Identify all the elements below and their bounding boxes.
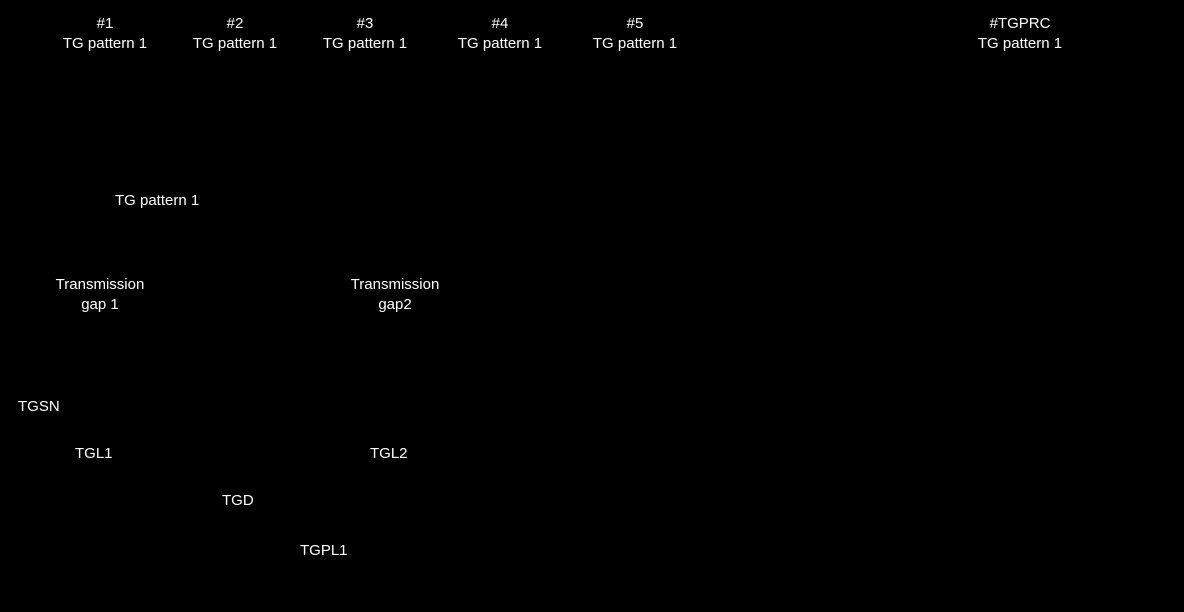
transmission-gap-1: Transmission gap 1 — [40, 275, 160, 314]
transmission-gap-2: Transmission gap2 — [335, 275, 455, 314]
frame-sub: TG pattern 1 — [60, 34, 150, 54]
param-tgl2: TGL2 — [370, 445, 408, 462]
param-tgsn: TGSN — [18, 398, 60, 415]
param-tgpl1: TGPL1 — [300, 542, 348, 559]
frame-num: #2 — [190, 14, 280, 34]
tg-pattern-label: TG pattern 1 — [115, 192, 199, 209]
frame-sub: TG pattern 1 — [320, 34, 410, 54]
frame-header-2: #2 TG pattern 1 — [190, 14, 280, 53]
frame-num: #TGPRC — [970, 14, 1070, 34]
frame-num: #3 — [320, 14, 410, 34]
param-tgl1: TGL1 — [75, 445, 113, 462]
frame-header-4: #4 TG pattern 1 — [455, 14, 545, 53]
frame-header-tgprc: #TGPRC TG pattern 1 — [970, 14, 1070, 53]
frame-num: #4 — [455, 14, 545, 34]
gap2-line1: Transmission — [335, 275, 455, 295]
frame-sub: TG pattern 1 — [590, 34, 680, 54]
frame-header-3: #3 TG pattern 1 — [320, 14, 410, 53]
gap1-line2: gap 1 — [40, 295, 160, 315]
frame-sub: TG pattern 1 — [455, 34, 545, 54]
frame-sub: TG pattern 1 — [970, 34, 1070, 54]
gap2-line2: gap2 — [335, 295, 455, 315]
frame-sub: TG pattern 1 — [190, 34, 280, 54]
frame-header-1: #1 TG pattern 1 — [60, 14, 150, 53]
frame-num: #5 — [590, 14, 680, 34]
param-tgd: TGD — [222, 492, 254, 509]
frame-header-5: #5 TG pattern 1 — [590, 14, 680, 53]
gap1-line1: Transmission — [40, 275, 160, 295]
frame-num: #1 — [60, 14, 150, 34]
